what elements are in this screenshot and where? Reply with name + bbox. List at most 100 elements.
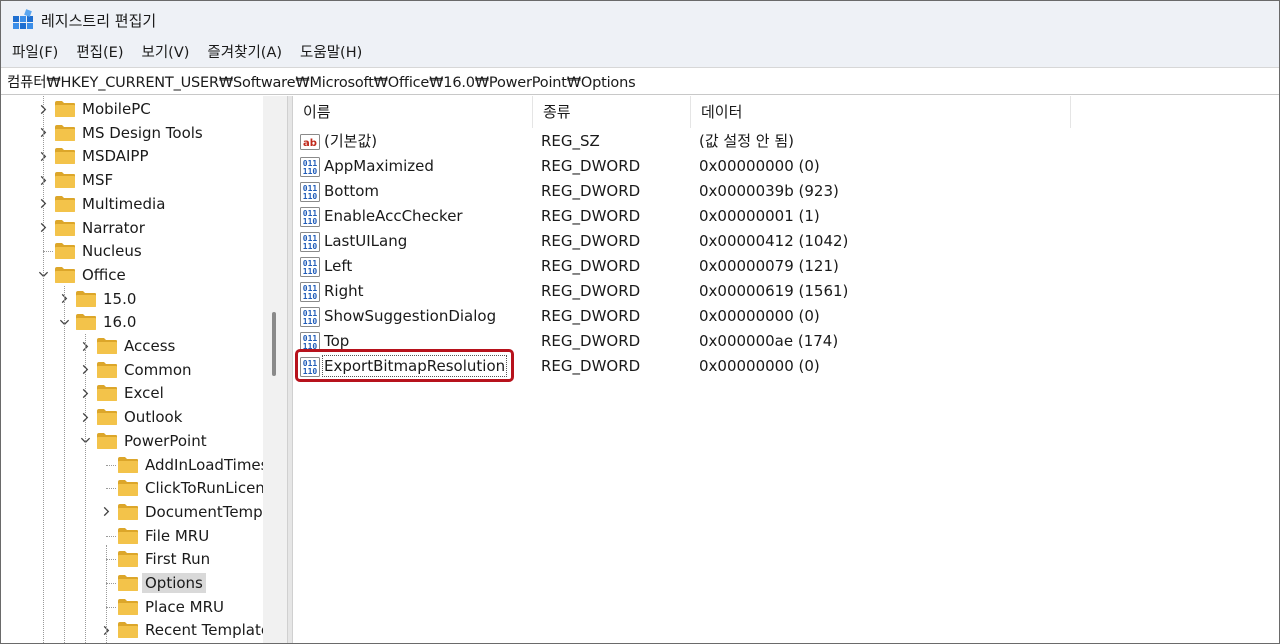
- tree-item-label: MSDAIPP: [82, 147, 149, 166]
- value-type: REG_SZ: [541, 132, 600, 150]
- column-header-data[interactable]: 데이터: [691, 96, 1071, 128]
- tree-guide-line: [43, 251, 53, 253]
- tree-item[interactable]: MSDAIPP: [1, 144, 263, 168]
- value-row[interactable]: 011 110 ShowSuggestionDialog REG_DWORD 0x000…: [293, 304, 1073, 329]
- binary-value-icon: 011110: [300, 232, 320, 252]
- tree-item-label: ClickToRunLicen: [145, 479, 265, 498]
- tree-item[interactable]: Common: [1, 358, 263, 382]
- value-name: Bottom: [324, 182, 380, 200]
- value-type: REG_DWORD: [541, 307, 641, 325]
- tree-expander[interactable]: [99, 500, 113, 524]
- folder-icon: [55, 195, 75, 212]
- value-type: REG_DWORD: [541, 357, 641, 375]
- tree-item[interactable]: 15.0: [1, 287, 263, 311]
- menu-favorites[interactable]: 즐겨찾기(A): [200, 39, 289, 67]
- column-header-name[interactable]: 이름: [293, 96, 533, 128]
- tree-item-label: 15.0: [103, 289, 137, 308]
- folder-icon: [55, 243, 75, 260]
- column-header-type[interactable]: 종류: [533, 96, 691, 128]
- value-row[interactable]: 011 110 Left REG_DWORD 0x00000079 (121): [293, 254, 1073, 279]
- folder-icon: [76, 290, 96, 307]
- value-data: (값 설정 안 됨): [699, 132, 795, 150]
- tree-item[interactable]: First Run: [1, 547, 263, 571]
- tree-item[interactable]: Multimedia: [1, 192, 263, 216]
- value-type: REG_DWORD: [541, 182, 641, 200]
- tree-item[interactable]: AddInLoadTimes: [1, 453, 268, 477]
- svg-text:110: 110: [303, 242, 318, 251]
- value-data: 0x00000079 (121): [699, 257, 839, 275]
- tree-item-label: Excel: [124, 384, 164, 403]
- value-name: Left: [324, 257, 353, 275]
- tree-item[interactable]: Recent Template: [1, 618, 270, 642]
- tree-item[interactable]: Nucleus: [1, 239, 263, 263]
- menu-view[interactable]: 보기(V): [135, 39, 197, 67]
- folder-icon: [97, 361, 117, 378]
- tree-item[interactable]: Access: [1, 334, 263, 358]
- tree-scrollbar[interactable]: [263, 96, 287, 643]
- tree-item[interactable]: Office: [1, 263, 263, 287]
- value-row[interactable]: 011 110 Bottom REG_DWORD 0x0000039b (923): [293, 179, 1073, 204]
- value-data: 0x00000619 (1561): [699, 282, 849, 300]
- tree-item-label: First Run: [145, 550, 211, 569]
- value-row[interactable]: ab (기본값) REG_SZ (값 설정 안 됨): [293, 129, 1073, 154]
- value-row[interactable]: 011 110 EnableAccChecker REG_DWORD 0x0000000…: [293, 204, 1073, 229]
- value-data: 0x00000000 (0): [699, 307, 820, 325]
- folder-icon: [55, 124, 75, 141]
- svg-text:110: 110: [303, 292, 318, 301]
- tree-item[interactable]: Options: [1, 571, 263, 595]
- tree-guide-line: [43, 96, 44, 643]
- folder-icon: [76, 314, 96, 331]
- tree-guide-line: [106, 583, 116, 584]
- tree-guide-line: [106, 606, 116, 608]
- string-value-icon: ab: [300, 134, 320, 150]
- folder-icon: [97, 409, 117, 426]
- menu-edit[interactable]: 편집(E): [69, 39, 130, 67]
- folder-icon: [55, 266, 75, 283]
- value-name: LastUILang: [324, 232, 408, 250]
- tree-item-label: File MRU: [145, 526, 210, 545]
- tree-item-label: Options: [142, 573, 206, 593]
- tree-item[interactable]: DocumentTemp: [1, 500, 263, 524]
- tree-item-label: Office: [82, 265, 126, 284]
- tree-scrollbar-thumb[interactable]: [272, 312, 276, 376]
- svg-text:110: 110: [303, 167, 318, 176]
- value-data: 0x00000001 (1): [699, 207, 820, 225]
- folder-icon: [97, 385, 117, 402]
- tree-guide-line: [106, 545, 107, 643]
- folder-icon: [118, 503, 138, 520]
- binary-value-icon: 011110: [300, 257, 320, 277]
- value-name: Top: [324, 332, 350, 350]
- value-row[interactable]: 011 110 AppMaximized REG_DWORD 0x00000000 (0…: [293, 154, 1073, 179]
- menu-file[interactable]: 파일(F): [5, 39, 65, 67]
- tree-item[interactable]: Place MRU: [1, 595, 263, 619]
- binary-value-icon: 011110: [300, 282, 320, 302]
- tree-item[interactable]: File MRU: [1, 524, 263, 548]
- folder-icon: [118, 551, 138, 568]
- menu-help[interactable]: 도움말(H): [293, 39, 369, 67]
- tree-item[interactable]: 16.0: [1, 310, 263, 334]
- folder-icon: [118, 480, 138, 497]
- tree-item-label: Nucleus: [82, 242, 142, 261]
- tree-item[interactable]: Outlook: [1, 405, 263, 429]
- tree-item[interactable]: MobilePC: [1, 97, 263, 121]
- tree-guide-line: [106, 535, 116, 537]
- tree-item[interactable]: MS Design Tools: [1, 121, 263, 145]
- value-name: (기본값): [324, 132, 378, 150]
- tree-item[interactable]: ClickToRunLicen: [1, 476, 265, 500]
- folder-icon: [55, 101, 75, 117]
- tree-item[interactable]: Narrator: [1, 216, 263, 240]
- tree-item[interactable]: Excel: [1, 381, 263, 405]
- key-tree-pane: MobilePC MS Design Tools MSDAIPP MSF Multime…: [1, 96, 287, 643]
- value-type: REG_DWORD: [541, 282, 641, 300]
- value-row[interactable]: 011 110 Right REG_DWORD 0x00000619 (1561): [293, 279, 1073, 304]
- value-name: EnableAccChecker: [324, 207, 463, 225]
- tree-guide-line: [85, 334, 86, 643]
- tree-item[interactable]: MSF: [1, 168, 263, 192]
- svg-text:ab: ab: [303, 138, 317, 149]
- tree-item-label: MSF: [82, 171, 114, 190]
- folder-icon: [55, 172, 75, 189]
- tree-item-label: MobilePC: [82, 100, 151, 118]
- value-row[interactable]: 011 110 LastUILang REG_DWORD 0x00000412 (104…: [293, 229, 1073, 254]
- tree-item[interactable]: PowerPoint: [1, 429, 263, 453]
- address-bar[interactable]: 컴퓨터₩HKEY_CURRENT_USER₩Software₩Microsoft…: [1, 67, 1279, 95]
